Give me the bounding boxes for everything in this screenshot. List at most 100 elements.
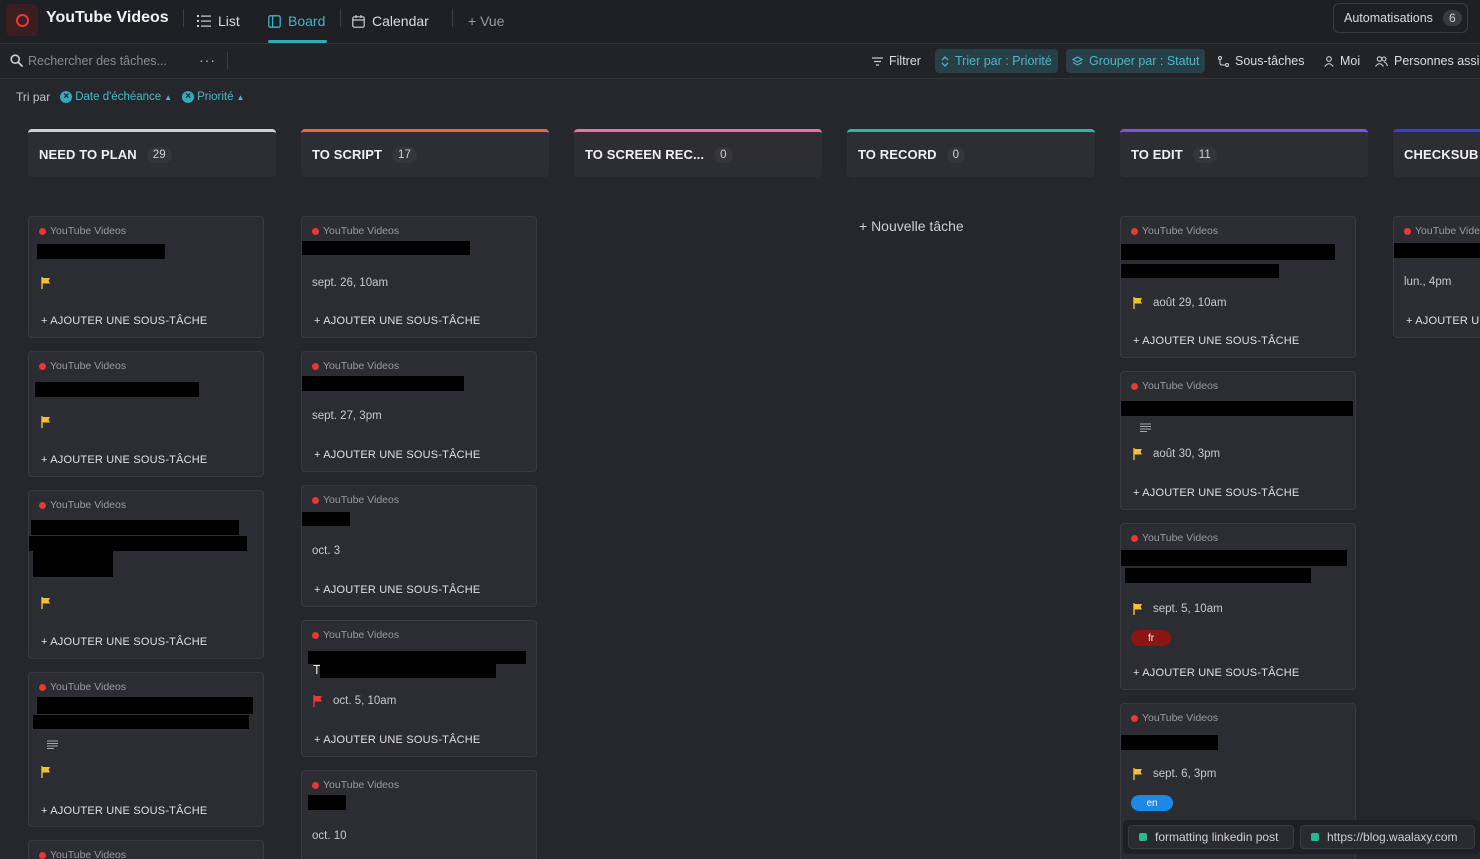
card-source: YouTube Videos bbox=[1131, 225, 1218, 237]
task-card[interactable]: YouTube Videos + AJOUTER UNE SOUS-TÂCHE bbox=[28, 216, 264, 338]
automations-button[interactable]: Automatisations 6 bbox=[1333, 3, 1468, 33]
card-source-label: YouTube Videos bbox=[323, 225, 400, 237]
me-button[interactable]: Moi bbox=[1318, 49, 1366, 73]
board-icon bbox=[268, 14, 281, 28]
group-label: Grouper par : Statut bbox=[1089, 54, 1200, 68]
language-tag[interactable]: fr bbox=[1131, 630, 1171, 646]
column-title: NEED TO PLAN bbox=[39, 147, 137, 162]
card-source-label: YouTube Videos bbox=[323, 629, 400, 641]
due-date[interactable]: sept. 27, 3pm bbox=[312, 410, 382, 422]
column-header-checksub[interactable]: CHECKSUB bbox=[1393, 129, 1480, 177]
add-subtask-button[interactable]: + AJOUTER UNE SOUS-TÂCHE bbox=[314, 449, 480, 461]
list-icon bbox=[197, 15, 211, 27]
sort-chip-due-date[interactable]: × Date d'échéance ▲ bbox=[60, 91, 172, 103]
tab-calendar[interactable]: Calendar bbox=[352, 10, 429, 32]
task-card[interactable]: YouTube Videos bbox=[28, 840, 264, 859]
due-date[interactable]: oct. 10 bbox=[312, 830, 347, 842]
link-chip[interactable]: https://blog.waalaxy.com bbox=[1300, 825, 1475, 849]
task-card[interactable]: YouTube Videos T oct. 5, 10am + AJOUTER … bbox=[301, 620, 537, 757]
remove-icon[interactable]: × bbox=[60, 91, 73, 103]
task-card[interactable]: YouTube Videos sept. 26, 10am + AJOUTER … bbox=[301, 216, 537, 338]
due-date[interactable]: lun., 4pm bbox=[1404, 276, 1451, 288]
status-dot bbox=[1131, 714, 1138, 722]
add-subtask-button[interactable]: + AJOUTER UI bbox=[1406, 315, 1480, 327]
filter-button[interactable]: Filtrer bbox=[866, 49, 927, 73]
add-subtask-button[interactable]: + AJOUTER UNE SOUS-TÂCHE bbox=[41, 454, 207, 466]
task-card[interactable]: YouTube Videos + AJOUTER UNE SOUS-TÂCHE bbox=[28, 351, 264, 477]
group-button[interactable]: Grouper par : Statut bbox=[1066, 49, 1206, 73]
column-title: TO SCRIPT bbox=[312, 147, 383, 162]
subtasks-label: Sous-tâches bbox=[1235, 54, 1305, 68]
status-dot bbox=[312, 496, 319, 504]
redacted-title bbox=[302, 241, 470, 255]
sort-chip-priority[interactable]: × Priorité ▲ bbox=[182, 91, 244, 103]
add-subtask-button[interactable]: + AJOUTER UNE SOUS-TÂCHE bbox=[41, 315, 207, 327]
redacted-title bbox=[1125, 568, 1311, 583]
task-card[interactable]: YouTube Videos août 30, 3pm + AJOUTER UN… bbox=[1120, 371, 1356, 510]
tab-board[interactable]: Board bbox=[268, 10, 325, 32]
column-header-to-screen-rec[interactable]: TO SCREEN REC... 0 bbox=[574, 129, 822, 177]
add-subtask-button[interactable]: + AJOUTER UNE SOUS-TÂCHE bbox=[41, 636, 207, 648]
card-source-label: YouTube Videos bbox=[323, 494, 400, 506]
tab-list[interactable]: List bbox=[197, 10, 240, 32]
add-subtask-button[interactable]: + AJOUTER UNE SOUS-TÂCHE bbox=[41, 805, 207, 817]
search-input[interactable] bbox=[28, 51, 188, 71]
task-card[interactable]: YouTube Videos + AJOUTER UNE SOUS-TÂCHE bbox=[28, 672, 264, 827]
add-subtask-button[interactable]: + AJOUTER UNE SOUS-TÂCHE bbox=[314, 734, 480, 746]
task-card[interactable]: YouTube Videos sept. 5, 10am fr + AJOUTE… bbox=[1120, 523, 1356, 690]
space-logo[interactable] bbox=[6, 4, 38, 36]
task-card[interactable]: YouTube Videos sept. 27, 3pm + AJOUTER U… bbox=[301, 351, 537, 472]
priority-flag-icon bbox=[41, 597, 50, 609]
task-card[interactable]: YouTube Videos août 29, 10am + AJOUTER U… bbox=[1120, 216, 1356, 358]
due-date[interactable]: oct. 3 bbox=[312, 545, 340, 557]
add-view-button[interactable]: + Vue bbox=[468, 10, 504, 32]
due-date[interactable]: août 30, 3pm bbox=[1133, 448, 1220, 460]
card-source: YouTube Videos bbox=[312, 360, 399, 372]
me-label: Moi bbox=[1340, 54, 1361, 68]
task-card[interactable]: YouTube Videos oct. 10 bbox=[301, 770, 537, 859]
status-dot bbox=[1131, 382, 1138, 390]
task-card[interactable]: YouTube Videos + AJOUTER UNE SOUS-TÂCHE bbox=[28, 490, 264, 659]
new-task-button[interactable]: + Nouvelle tâche bbox=[859, 218, 964, 234]
sort-label: Trier par : Priorité bbox=[955, 54, 1052, 68]
add-subtask-button[interactable]: + AJOUTER UNE SOUS-TÂCHE bbox=[314, 315, 480, 327]
add-subtask-button[interactable]: + AJOUTER UNE SOUS-TÂCHE bbox=[1133, 335, 1299, 347]
active-tab-indicator bbox=[268, 40, 327, 43]
remove-icon[interactable]: × bbox=[182, 91, 195, 103]
status-dot bbox=[39, 501, 46, 509]
due-date[interactable]: oct. 5, 10am bbox=[313, 695, 396, 707]
column-header-need-to-plan[interactable]: NEED TO PLAN 29 bbox=[28, 129, 276, 177]
assignees-button[interactable]: Personnes assignées bbox=[1369, 49, 1480, 73]
due-date-label: août 29, 10am bbox=[1153, 297, 1227, 309]
tab-calendar-label: Calendar bbox=[372, 13, 429, 29]
more-options-icon[interactable]: ··· bbox=[199, 52, 216, 68]
redacted-title bbox=[1121, 244, 1335, 260]
add-subtask-button[interactable]: + AJOUTER UNE SOUS-TÂCHE bbox=[1133, 487, 1299, 499]
add-subtask-button[interactable]: + AJOUTER UNE SOUS-TÂCHE bbox=[1133, 667, 1299, 679]
divider bbox=[340, 9, 341, 27]
assignees-label: Personnes assignées bbox=[1394, 54, 1480, 68]
card-source: YouTube Vide bbox=[1404, 225, 1480, 237]
column-header-to-record[interactable]: TO RECORD 0 bbox=[847, 129, 1095, 177]
due-date[interactable]: sept. 5, 10am bbox=[1133, 603, 1223, 615]
add-subtask-button[interactable]: + AJOUTER UNE SOUS-TÂCHE bbox=[314, 584, 480, 596]
subtasks-button[interactable]: Sous-tâches bbox=[1212, 49, 1310, 73]
redacted-title bbox=[302, 376, 464, 391]
due-date[interactable]: sept. 26, 10am bbox=[312, 277, 388, 289]
language-tag[interactable]: en bbox=[1131, 795, 1173, 811]
card-source-label: YouTube Videos bbox=[323, 360, 400, 372]
sort-button[interactable]: Trier par : Priorité bbox=[935, 49, 1058, 73]
link-chip[interactable]: formatting linkedin post bbox=[1128, 825, 1294, 849]
column-header-to-script[interactable]: TO SCRIPT 17 bbox=[301, 129, 549, 177]
card-source-label: YouTube Videos bbox=[50, 849, 127, 859]
divider bbox=[183, 9, 184, 27]
task-card[interactable]: YouTube Videos oct. 3 + AJOUTER UNE SOUS… bbox=[301, 485, 537, 607]
sort-chip-label: Priorité bbox=[197, 91, 234, 103]
due-date[interactable]: août 29, 10am bbox=[1133, 297, 1227, 309]
task-card[interactable]: YouTube Vide lun., 4pm + AJOUTER UI bbox=[1393, 216, 1480, 338]
redacted-title bbox=[1394, 243, 1480, 258]
due-date[interactable]: sept. 6, 3pm bbox=[1133, 768, 1216, 780]
column-header-to-edit[interactable]: TO EDIT 11 bbox=[1120, 129, 1368, 177]
card-source: YouTube Videos bbox=[39, 499, 126, 511]
column-count: 17 bbox=[392, 146, 418, 163]
